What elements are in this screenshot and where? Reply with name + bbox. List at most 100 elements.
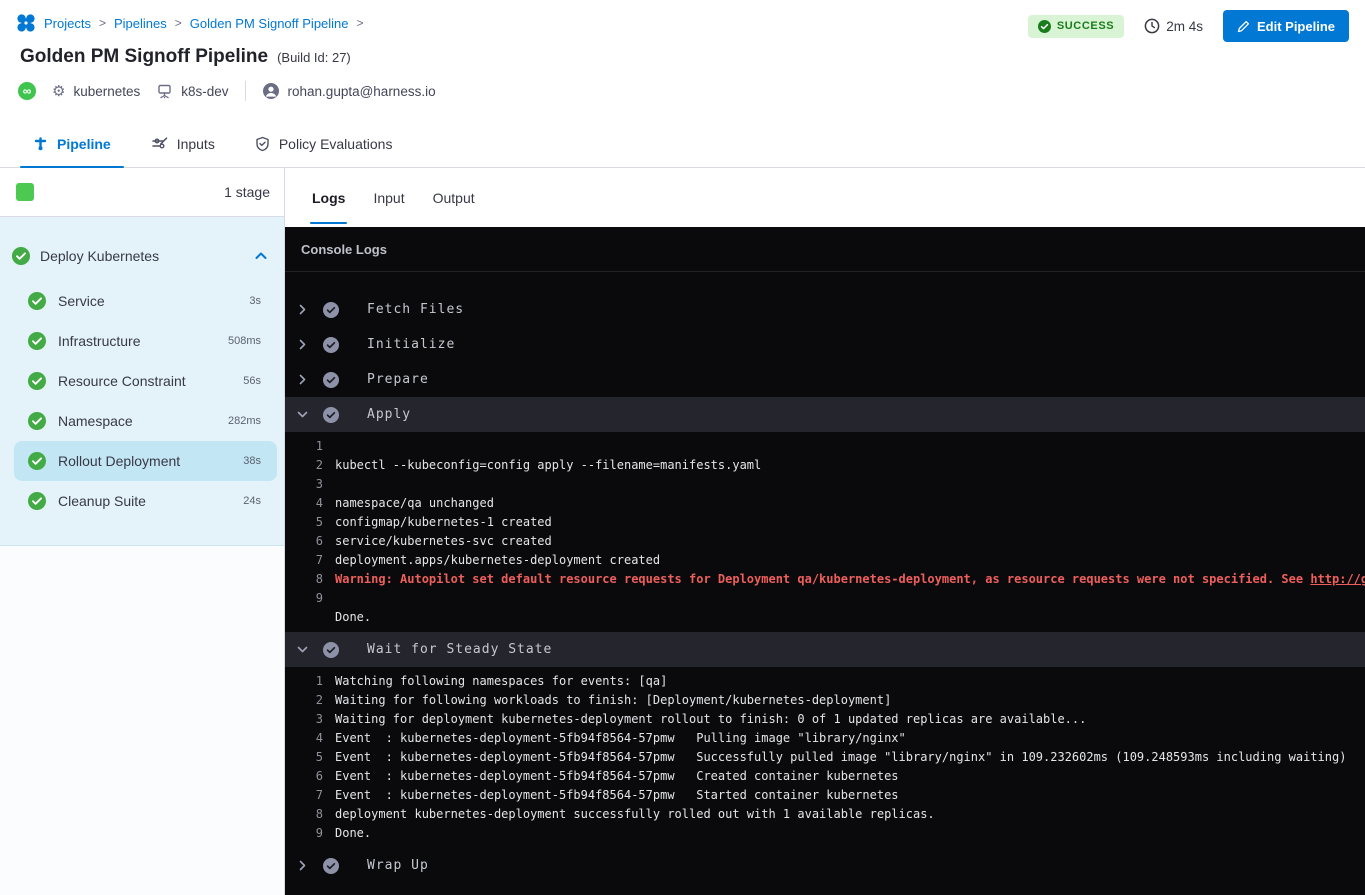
tab-inputs[interactable]: Inputs — [138, 120, 228, 167]
step-duration: 24s — [243, 495, 261, 507]
page-title: Golden PM Signoff Pipeline — [20, 46, 268, 68]
log-section-title: Apply — [367, 407, 411, 422]
log-line-text: Done. — [335, 610, 371, 624]
log-line-number: 2 — [297, 693, 323, 707]
step-row[interactable]: Infrastructure 508ms — [14, 321, 277, 361]
log-section-header[interactable]: Apply — [285, 397, 1365, 432]
step-row[interactable]: Service 3s — [14, 281, 277, 321]
log-line-text: Event : kubernetes-deployment-5fb94f8564… — [335, 788, 899, 802]
log-line-text: Event : kubernetes-deployment-5fb94f8564… — [335, 731, 906, 745]
step-success-icon — [28, 412, 46, 430]
step-success-icon — [323, 372, 339, 388]
log-line: 7 Event : kubernetes-deployment-5fb94f85… — [285, 785, 1365, 804]
log-line: 7 deployment.apps/kubernetes-deployment … — [285, 550, 1365, 569]
chevron-right-icon[interactable] — [295, 374, 309, 385]
edit-pipeline-button[interactable]: Edit Pipeline — [1223, 10, 1349, 42]
log-panel: Logs Input Output Console Logs Fetch Fil… — [285, 168, 1365, 895]
log-line-number: 6 — [297, 534, 323, 548]
breadcrumb-separator: > — [175, 16, 182, 30]
chevron-right-icon[interactable] — [295, 860, 309, 871]
chevron-up-icon[interactable] — [254, 249, 268, 263]
environment-name: k8s-dev — [181, 84, 228, 99]
chevron-right-icon[interactable] — [295, 339, 309, 350]
log-line-number: 1 — [297, 674, 323, 688]
tab-output[interactable]: Output — [433, 168, 475, 227]
step-success-icon — [28, 492, 46, 510]
environment-chip[interactable]: k8s-dev — [156, 83, 228, 100]
log-line-number: 7 — [297, 788, 323, 802]
inputs-icon — [151, 136, 168, 151]
log-line-text: Warning: Autopilot set default resource … — [335, 572, 1365, 586]
log-line: 2 Waiting for following workloads to fin… — [285, 690, 1365, 709]
log-line-number: 3 — [297, 712, 323, 726]
step-label: Cleanup Suite — [58, 493, 146, 509]
log-line-text: configmap/kubernetes-1 created — [335, 515, 552, 529]
service-chip[interactable]: ⚙ kubernetes — [52, 84, 140, 99]
log-line: 3 — [285, 474, 1365, 493]
log-section-title: Wrap Up — [367, 858, 429, 873]
step-row[interactable]: Rollout Deployment 38s — [14, 441, 277, 481]
cd-module-icon: ∞ — [18, 82, 36, 100]
log-line: 1 Watching following namespaces for even… — [285, 671, 1365, 690]
step-label: Infrastructure — [58, 333, 140, 349]
stage-header[interactable]: Deploy Kubernetes — [0, 237, 284, 275]
console-title: Console Logs — [301, 242, 387, 257]
log-line-text: Waiting for deployment kubernetes-deploy… — [335, 712, 1086, 726]
tab-logs[interactable]: Logs — [312, 168, 345, 227]
log-line: 4 namespace/qa unchanged — [285, 493, 1365, 512]
tab-policy-evaluations[interactable]: Policy Evaluations — [242, 120, 406, 167]
chevron-right-icon[interactable] — [295, 304, 309, 315]
harness-logo-icon[interactable] — [16, 13, 36, 33]
log-line: 6 Event : kubernetes-deployment-5fb94f85… — [285, 766, 1365, 785]
stage-count-label: 1 stage — [224, 184, 270, 200]
step-row[interactable]: Cleanup Suite 24s — [14, 481, 277, 521]
warning-link[interactable]: http://g — [1310, 572, 1365, 586]
step-duration: 56s — [243, 375, 261, 387]
tab-input[interactable]: Input — [373, 168, 404, 227]
log-line-number: 2 — [297, 458, 323, 472]
step-row[interactable]: Namespace 282ms — [14, 401, 277, 441]
log-line: 8 Warning: Autopilot set default resourc… — [285, 569, 1365, 588]
log-line: 9 — [285, 588, 1365, 607]
gear-icon: ⚙ — [52, 84, 65, 99]
log-section-header[interactable]: Initialize — [285, 327, 1365, 362]
duration-text: 2m 4s — [1166, 19, 1203, 34]
step-success-icon — [28, 372, 46, 390]
step-row[interactable]: Resource Constraint 56s — [14, 361, 277, 401]
log-section-title: Fetch Files — [367, 302, 464, 317]
log-line: 8 deployment kubernetes-deployment succe… — [285, 804, 1365, 823]
log-section-header[interactable]: Wrap Up — [285, 848, 1365, 883]
log-line-number: 6 — [297, 769, 323, 783]
log-section-header[interactable]: Wait for Steady State — [285, 632, 1365, 667]
pencil-icon — [1237, 20, 1250, 33]
breadcrumb-projects[interactable]: Projects — [44, 16, 91, 31]
log-section-header[interactable]: Prepare — [285, 362, 1365, 397]
breadcrumb-pipeline-name[interactable]: Golden PM Signoff Pipeline — [190, 16, 349, 31]
chevron-down-icon[interactable] — [295, 644, 309, 655]
log-line-number: 8 — [297, 807, 323, 821]
step-label: Rollout Deployment — [58, 453, 180, 469]
stage-status-square[interactable] — [16, 183, 34, 201]
log-line-number: 9 — [297, 826, 323, 840]
step-success-icon — [28, 332, 46, 350]
log-section-header[interactable]: Fetch Files — [285, 292, 1365, 327]
breadcrumb-pipelines[interactable]: Pipelines — [114, 16, 167, 31]
log-line: 3 Waiting for deployment kubernetes-depl… — [285, 709, 1365, 728]
chevron-down-icon[interactable] — [295, 409, 309, 420]
tab-pipeline[interactable]: Pipeline — [20, 120, 124, 167]
main-tabbar: Pipeline Inputs Policy Evaluations — [0, 120, 1365, 168]
log-line: 2 kubectl --kubeconfig=config apply --fi… — [285, 455, 1365, 474]
stage-success-icon — [12, 247, 30, 265]
success-check-icon — [1038, 20, 1051, 33]
log-line: 1 — [285, 436, 1365, 455]
step-duration: 508ms — [228, 335, 261, 347]
page-header: Projects > Pipelines > Golden PM Signoff… — [0, 0, 1365, 120]
log-line-text: kubectl --kubeconfig=config apply --file… — [335, 458, 761, 472]
log-line: 4 Event : kubernetes-deployment-5fb94f85… — [285, 728, 1365, 747]
log-section-title: Wait for Steady State — [367, 642, 552, 657]
log-line-text: Event : kubernetes-deployment-5fb94f8564… — [335, 769, 899, 783]
log-line-number: 8 — [297, 572, 323, 586]
infrastructure-icon — [156, 83, 173, 100]
log-block: 1 2 kubectl --kubeconfig=config apply --… — [285, 432, 1365, 632]
step-label: Namespace — [58, 413, 133, 429]
